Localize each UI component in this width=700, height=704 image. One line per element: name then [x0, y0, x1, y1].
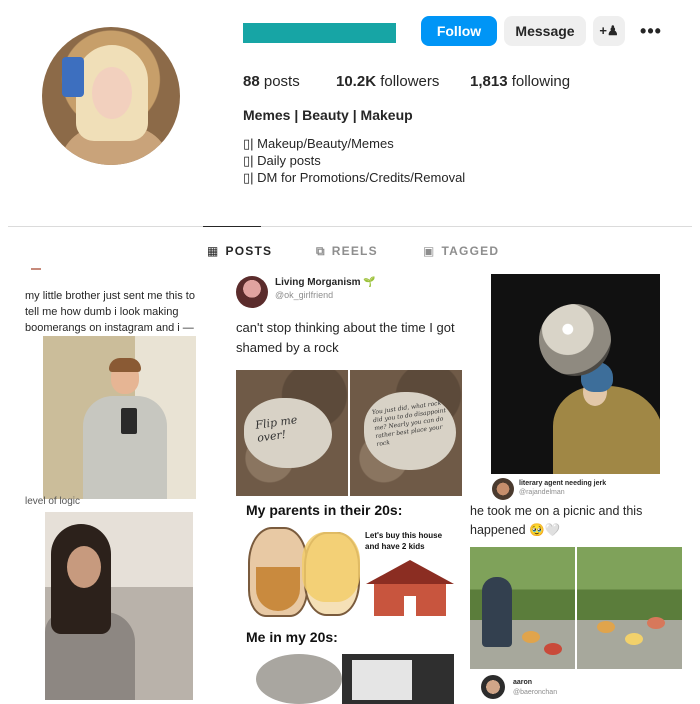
post-2-handle: @ok_girlfriend	[275, 290, 334, 300]
picnic-food	[647, 617, 665, 629]
post-4-image[interactable]	[45, 512, 193, 700]
message-button[interactable]: Message	[504, 16, 586, 46]
picnic-background	[577, 547, 682, 669]
tagged-icon: ▣	[423, 244, 436, 258]
monitor-screen	[342, 654, 454, 704]
following-stat[interactable]: 1,813 following	[470, 73, 570, 90]
posts-label: posts	[263, 73, 300, 90]
sprout-icon: 🌱	[363, 277, 376, 288]
post-1-caption: level of logic	[25, 496, 81, 507]
meme-subtext: Let's buy this house and have 2 kids	[365, 531, 443, 551]
follow-button[interactable]: Follow	[421, 16, 497, 46]
post-2-account-name: Living Morganism 🌱	[275, 277, 376, 288]
tab-tagged[interactable]: ▣ TAGGED	[423, 240, 499, 262]
bio-name: Memes | Beauty | Makeup	[243, 107, 413, 123]
add-user-button[interactable]: +♟	[593, 16, 625, 46]
picnic-photo-right	[577, 547, 682, 669]
boy-phone	[121, 408, 137, 434]
picnic-person	[482, 577, 512, 647]
post-1-image[interactable]	[43, 336, 196, 499]
post-3-account-name: literary agent needing jerk	[519, 480, 607, 487]
bio-line: ▯| Makeup/Beauty/Memes	[243, 136, 394, 151]
rock-photo-left: Flip me over!	[236, 370, 348, 496]
reply-handle: @baeronchan	[513, 689, 558, 696]
picnic-food	[522, 631, 540, 643]
woman-face	[67, 546, 101, 588]
more-icon: •••	[640, 20, 662, 41]
reels-icon: ⧉	[316, 243, 326, 258]
post-fragment	[31, 268, 41, 270]
app-window	[352, 660, 412, 700]
blonde-hair	[302, 532, 360, 602]
grid-icon: ▦	[207, 244, 220, 258]
following-label: following	[511, 73, 571, 90]
blonde-illustration	[302, 532, 360, 616]
bio-line: ▯| DM for Promotions/Credits/Removal	[243, 170, 466, 185]
house-illustration	[366, 560, 454, 616]
rock-photo-right: You just did, what rock did you to do di…	[350, 370, 462, 496]
tab-reels[interactable]: ⧉ REELS	[316, 240, 378, 262]
profile-avatar[interactable]	[42, 27, 180, 165]
reply-avatar	[481, 675, 505, 699]
followers-count: 10.2K	[336, 73, 377, 90]
painting-body	[553, 386, 660, 474]
boy-hair	[109, 358, 141, 372]
chad-illustration	[248, 527, 308, 617]
active-tab-indicator	[203, 226, 261, 227]
bubblegum-bubble	[539, 304, 611, 376]
chad-beard	[256, 567, 300, 611]
account-name-text: Living Morganism	[275, 277, 361, 288]
avatar-phone	[62, 57, 84, 97]
tab-reels-label: REELS	[331, 244, 378, 258]
followers-label: followers	[380, 73, 440, 90]
meme-heading-me: Me in my 20s:	[246, 629, 338, 645]
post-3-handle: @rajandelman	[519, 489, 565, 496]
reply-name: aaron	[513, 679, 533, 686]
posts-count: 88	[243, 73, 260, 90]
post-3-image[interactable]	[491, 274, 660, 474]
following-count: 1,813	[470, 73, 508, 90]
rock-shape	[256, 654, 342, 704]
picnic-food	[544, 643, 562, 655]
username-redacted	[243, 23, 396, 43]
tab-posts-label: POSTS	[225, 244, 273, 258]
bio-line: ▯| Daily posts	[243, 153, 321, 168]
house-roof	[366, 560, 454, 584]
picnic-photo-left	[470, 547, 575, 669]
avatar-face	[92, 67, 132, 119]
post-1-text[interactable]: my little brother just sent me this to t…	[25, 288, 210, 336]
meme-heading-parents: My parents in their 20s:	[246, 502, 403, 518]
more-options-button[interactable]: •••	[635, 16, 667, 46]
tab-tagged-label: TAGGED	[441, 244, 500, 258]
posts-stat: 88 posts	[243, 73, 300, 90]
post-2-tweet: can't stop thinking about the time I got…	[236, 320, 455, 355]
rock-computer-meme	[236, 648, 460, 704]
post-2-avatar	[236, 276, 268, 308]
post-3-tweet: he took me on a picnic and this happened…	[470, 504, 643, 537]
picnic-food	[597, 621, 615, 633]
add-user-icon: +♟	[599, 23, 619, 38]
house-door	[404, 596, 416, 616]
picnic-food	[625, 633, 643, 645]
profile-divider	[8, 226, 692, 227]
followers-stat[interactable]: 10.2K followers	[336, 73, 439, 90]
tab-posts[interactable]: ▦ POSTS	[207, 240, 272, 262]
post-3-avatar	[492, 478, 514, 500]
